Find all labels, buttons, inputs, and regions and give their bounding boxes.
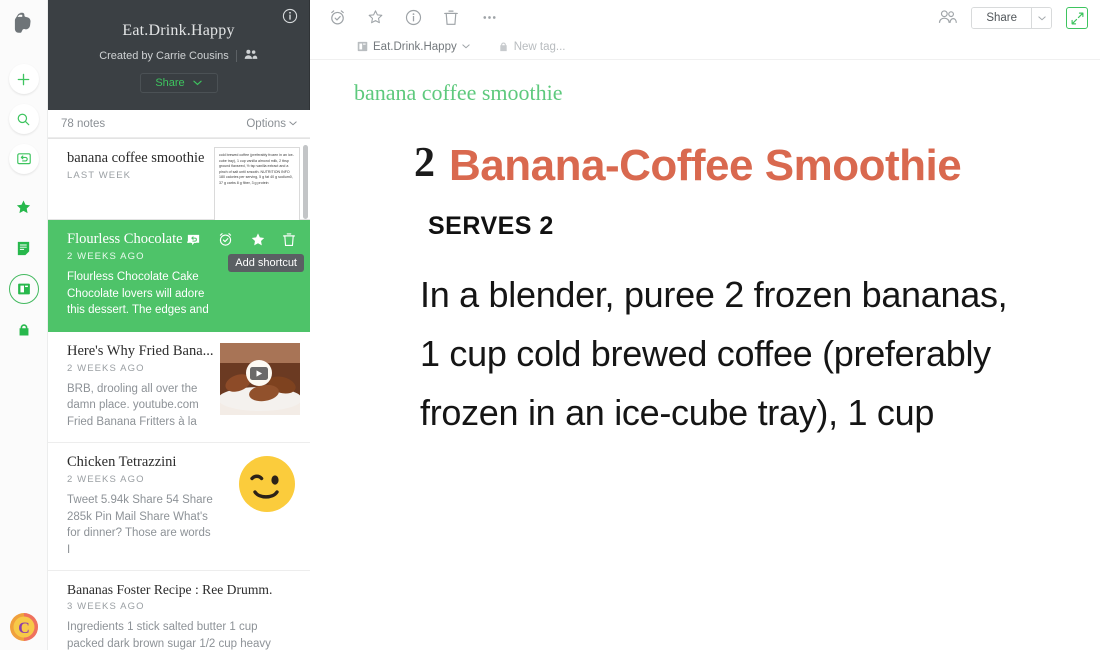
tag-input-placeholder: New tag... [513, 40, 566, 53]
notebook-selector[interactable]: Eat.Drink.Happy [357, 41, 470, 53]
share-dropdown-button[interactable] [1031, 8, 1051, 28]
star-filled-icon[interactable] [250, 232, 266, 248]
list-item[interactable]: Bananas Foster Recipe : Ree Drumm. 3 WEE… [48, 571, 310, 650]
notebook-title: Eat.Drink.Happy [122, 22, 235, 39]
info-circle-icon[interactable] [282, 8, 298, 24]
note-lines-icon [17, 241, 30, 255]
note-item-title: Bananas Foster Recipe : Ree Drumm. [67, 582, 273, 597]
notebook-icon [17, 283, 30, 295]
people-icon[interactable] [244, 48, 258, 63]
trash-icon[interactable] [282, 232, 298, 248]
shortcut-button[interactable] [367, 9, 384, 26]
chevron-down-icon [1037, 15, 1046, 20]
notebook-selector-label: Eat.Drink.Happy [373, 40, 457, 53]
note-list-column: Eat.Drink.Happy Created by Carrie Cousin… [48, 0, 1100, 650]
list-item[interactable]: banana coffee smoothie LAST WEEK cold br… [48, 138, 310, 229]
sidebar-item-tags[interactable] [9, 315, 39, 345]
info-circle-icon [405, 9, 422, 25]
chevron-down-icon [462, 44, 470, 49]
ellipsis-icon [483, 15, 496, 19]
note-header: banana coffee smoothie [310, 60, 1100, 106]
tooltip: Add shortcut [228, 254, 304, 272]
notebook-share-label: Share [155, 77, 185, 89]
note-toolbar-right: Share [938, 7, 1088, 29]
share-arrow-icon[interactable] [186, 232, 202, 248]
tag-icon [19, 324, 28, 336]
expand-note-button[interactable] [1066, 7, 1088, 29]
note-info-button[interactable] [405, 9, 422, 26]
chevron-down-icon [289, 121, 297, 126]
note-item-title: Here's Why Fried Bana... [67, 342, 214, 359]
tag-input[interactable]: New tag... [498, 41, 566, 53]
note-toolbar: Share [310, 0, 1100, 34]
notebook-header: Eat.Drink.Happy Created by Carrie Cousin… [48, 0, 310, 110]
recipe-body-text: In a blender, puree 2 frozen bananas, 1 … [420, 274, 1008, 433]
list-item[interactable]: Chicken Tetrazzini 2 WEEKS AGO Tweet 5.9… [48, 443, 310, 571]
recipe-text-scan-thumbnail: cold brewed coffee (preferably frozen in… [214, 147, 300, 229]
expand-arrows-icon [1071, 12, 1083, 24]
tag-icon [500, 42, 507, 52]
notebook-icon [357, 41, 368, 52]
notebook-subtitle: Created by Carrie Cousins [48, 48, 309, 63]
note-meta-bar: Eat.Drink.Happy New tag... [310, 34, 1100, 60]
share-button[interactable]: Share [972, 8, 1031, 28]
new-note-button[interactable] [8, 64, 39, 94]
share-button-group: Share [971, 7, 1052, 29]
note-item-snippet: BRB, drooling all over the damn place. y… [67, 382, 199, 428]
note-item-actions [186, 232, 298, 248]
chevron-down-icon [192, 80, 202, 86]
divider [235, 49, 237, 62]
people-icon[interactable] [938, 9, 958, 28]
thumbnail-text: cold brewed coffee (preferably frozen in… [219, 153, 294, 185]
list-options-label: Options [246, 117, 286, 130]
fried-banana-video-thumbnail [220, 342, 300, 415]
star-icon [16, 200, 31, 213]
page-title[interactable]: banana coffee smoothie [354, 80, 1100, 106]
note-item-snippet: Ingredients 1 stick salted butter 1 cup … [67, 621, 271, 650]
star-outline-icon [368, 9, 383, 23]
list-options-button[interactable]: Options [246, 118, 297, 130]
trash-icon [444, 10, 458, 25]
note-list[interactable]: banana coffee smoothie LAST WEEK cold br… [48, 138, 310, 650]
note-item-snippet: Tweet 5.94k Share 54 Share 285k Pin Mail… [67, 494, 213, 556]
recipe-serves: SERVES 2 [428, 212, 554, 240]
recipe-heading-row: 2 Banana-Coffee Smoothie [414, 142, 1100, 190]
avatar-letter: C [18, 620, 30, 637]
delete-button[interactable] [443, 9, 460, 26]
left-rail: C [0, 0, 48, 650]
notebook-share-button[interactable]: Share [139, 73, 218, 93]
note-editor-panel: Share Eat.Drink.Happy New tag... banana … [310, 0, 1100, 650]
alarm-clock-icon[interactable] [218, 232, 234, 248]
note-item-snippet: Flourless Chocolate Cake Chocolate lover… [67, 271, 209, 316]
web-clipper-button[interactable] [8, 144, 39, 174]
note-count: 78 notes [61, 117, 106, 130]
note-list-toolbar: 78 notes Options [48, 110, 310, 138]
sidebar-item-shortcuts[interactable] [9, 192, 39, 222]
note-list-scrollbar[interactable] [303, 145, 308, 219]
note-body-scanned-recipe: 2 Banana-Coffee Smoothie SERVES 2 In a b… [310, 142, 1100, 442]
evernote-app-window: C Eat.Drink.Happy Created by Carrie Cous… [0, 0, 1100, 650]
recipe-heading: Banana-Coffee Smoothie [449, 141, 962, 190]
winking-face-emoji-thumbnail [238, 455, 296, 513]
sidebar-item-notebooks[interactable] [8, 274, 39, 304]
list-item[interactable]: Here's Why Fried Bana... 2 WEEKS AGO BRB… [48, 331, 310, 443]
list-item[interactable]: Flourless Chocolate ... 2 WEEKS AGO Flou… [48, 220, 310, 332]
user-avatar[interactable]: C [9, 612, 39, 642]
note-item-date: 3 WEEKS AGO [67, 601, 145, 612]
search-button[interactable] [8, 104, 39, 134]
recipe-number: 2 [414, 140, 435, 186]
reminder-button[interactable] [329, 9, 346, 26]
sidebar-item-notes[interactable] [9, 233, 39, 263]
notebook-created-by: Created by Carrie Cousins [99, 49, 229, 62]
evernote-elephant-logo[interactable] [9, 8, 39, 38]
more-options-button[interactable] [481, 9, 498, 26]
